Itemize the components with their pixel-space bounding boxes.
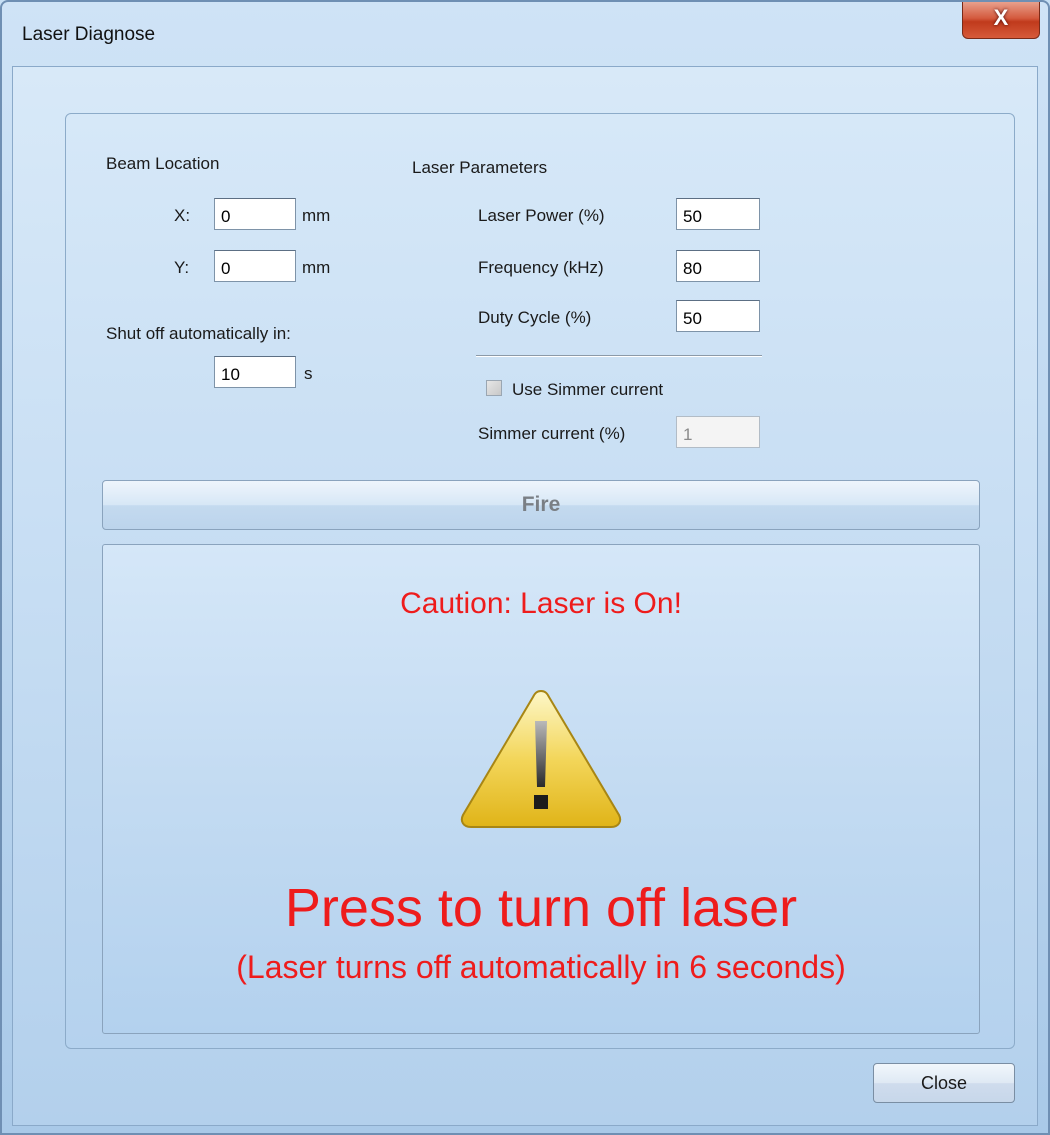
shutoff-unit: s [304,364,313,383]
parameters-separator [476,355,762,357]
beam-location-heading: Beam Location [106,154,220,173]
auto-off-countdown-text: (Laser turns off automatically in 6 seco… [236,949,846,985]
window-close-button[interactable]: X [962,2,1040,39]
duty-cycle-label: Duty Cycle (%) [478,308,592,327]
warning-triangle-icon [460,689,622,828]
y-unit: mm [302,258,331,277]
fire-button[interactable]: Fire [102,480,980,530]
shutoff-label: Shut off automatically in: [106,324,291,343]
laser-power-label: Laser Power (%) [478,206,605,225]
y-label: Y: [174,258,190,277]
x-unit: mm [302,206,331,225]
laser-parameters-heading: Laser Parameters [412,158,548,177]
shutoff-input[interactable] [214,356,296,388]
simmer-current-input[interactable] [676,416,760,448]
laser-diagnose-window: Laser Diagnose X Beam Location X: mm Y: … [0,0,1050,1135]
window-title: Laser Diagnose [22,24,156,45]
caution-text: Caution: Laser is On! [400,587,682,620]
title-bar[interactable]: Laser Diagnose X [2,2,1048,66]
simmer-current-label: Simmer current (%) [478,424,626,443]
frequency-input[interactable] [676,250,760,282]
duty-cycle-input[interactable] [676,300,760,332]
x-label: X: [174,206,191,225]
y-input[interactable] [214,250,296,282]
frequency-label: Frequency (kHz) [478,258,604,277]
close-button[interactable]: Close [873,1063,1015,1103]
use-simmer-checkbox[interactable] [486,380,502,396]
dialog-client-area: Beam Location X: mm Y: mm Shut off autom… [12,66,1038,1126]
press-to-turn-off-text: Press to turn off laser [284,878,798,938]
settings-group: Beam Location X: mm Y: mm Shut off autom… [65,113,1015,1049]
laser-power-input[interactable] [676,198,760,230]
x-input[interactable] [214,198,296,230]
use-simmer-label: Use Simmer current [512,380,664,399]
turn-off-laser-button[interactable]: Caution: Laser is On! Press to turn off … [102,544,980,1034]
